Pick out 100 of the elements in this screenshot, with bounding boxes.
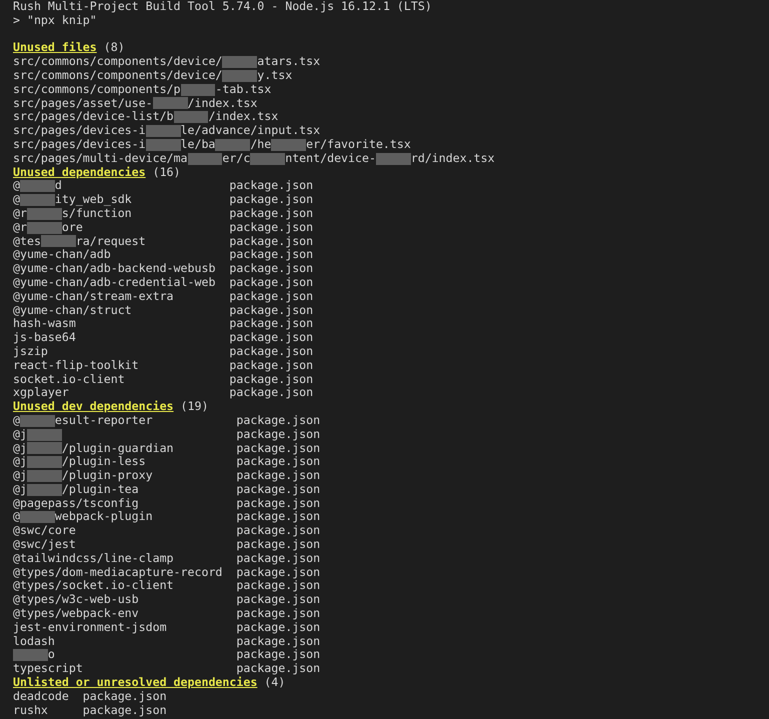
dependency-name: typescript	[13, 662, 83, 676]
section-heading: Unused dependencies	[13, 164, 146, 179]
terminal-output-line: Rush Multi-Project Build Tool 5.74.0 - Node.js 16.12.1 (LTS)	[13, 0, 432, 13]
manifest-file: package.json	[229, 288, 314, 303]
dependency-name: rushx	[13, 704, 48, 718]
dependency-name: @j	[13, 455, 27, 470]
redaction-block	[20, 180, 55, 192]
dependency-name: /plugin-guardian	[62, 442, 174, 456]
dependency-name: @j	[13, 428, 27, 442]
dependency-name: react-flip-toolkit	[13, 358, 139, 373]
file-path: /he	[250, 138, 272, 152]
dependency-name: @j	[13, 469, 27, 483]
dependency-name: @swc/core	[13, 524, 76, 538]
redaction-block	[26, 456, 62, 468]
dependency-name: @yume-chan/adb-credential-web	[13, 276, 216, 290]
manifest-file: package.json	[236, 606, 320, 620]
dependency-name: deadcode	[13, 690, 69, 704]
manifest-file: package.json	[82, 702, 167, 717]
dependency-name: ity_web_sdk	[54, 193, 132, 207]
manifest-file: package.json	[236, 468, 320, 482]
dependency-name: ra/request	[76, 234, 146, 248]
manifest-file: package.json	[229, 372, 314, 386]
item-count: (16)	[152, 164, 181, 179]
file-path: src/pages/device-list/b	[13, 110, 174, 124]
dependency-name: @j	[13, 482, 27, 497]
manifest-file: package.json	[236, 509, 320, 524]
dependency-name: js-base64	[13, 331, 76, 345]
manifest-file: package.json	[229, 274, 314, 289]
manifest-file: package.json	[229, 206, 314, 220]
dependency-name: @types/socket.io-client	[13, 579, 174, 594]
dependency-name: lodash	[13, 634, 55, 648]
redaction-block	[146, 125, 181, 138]
file-path: y.tsx	[257, 68, 292, 83]
manifest-file: package.json	[236, 454, 320, 468]
item-count: (19)	[180, 399, 208, 414]
manifest-file: package.json	[229, 330, 314, 344]
item-count: (8)	[104, 40, 125, 54]
dependency-name: esult-reporter	[54, 414, 153, 428]
dependency-name: @yume-chan/adb	[13, 248, 111, 262]
manifest-file: package.json	[229, 261, 314, 276]
dependency-name: /plugin-proxy	[62, 469, 153, 483]
manifest-file: package.json	[236, 592, 320, 606]
redaction-block	[271, 138, 306, 151]
file-path: ntent/device-	[285, 152, 376, 166]
dependency-name: d	[54, 179, 62, 194]
redaction-block	[188, 152, 222, 165]
manifest-file: package.json	[229, 316, 314, 330]
manifest-file: package.json	[229, 358, 314, 372]
redaction-block	[20, 414, 55, 427]
dependency-name: ore	[62, 220, 83, 235]
section-heading: Unlisted or unresolved dependencies	[13, 675, 258, 690]
dependency-name: @yume-chan/stream-extra	[13, 290, 174, 304]
manifest-file: package.json	[229, 178, 314, 192]
dependency-name: /plugin-tea	[62, 482, 139, 497]
file-path: src/commons/components/p	[13, 82, 181, 97]
dependency-name: o	[48, 648, 55, 662]
file-path: le/ba	[180, 138, 216, 152]
redaction-block	[376, 152, 411, 165]
manifest-file: package.json	[236, 496, 320, 510]
redaction-block	[26, 208, 62, 220]
section-heading: Unused files	[13, 40, 97, 54]
item-count: (4)	[264, 675, 286, 690]
file-path: er/favorite.tsx	[306, 138, 411, 152]
dependency-name: @	[13, 414, 20, 428]
redaction-block	[26, 484, 62, 496]
file-path: src/commons/components/device/	[13, 55, 222, 69]
manifest-file: package.json	[229, 220, 314, 234]
redaction-block	[222, 70, 258, 82]
manifest-file: package.json	[236, 634, 320, 648]
redaction-block	[180, 84, 216, 96]
redaction-block	[20, 511, 55, 524]
dependency-name: @pagepass/tsconfig	[13, 496, 139, 510]
redaction-block	[174, 111, 208, 124]
dependency-name: @tes	[13, 234, 41, 248]
dependency-name: hash-wasm	[13, 317, 76, 332]
manifest-file: package.json	[236, 550, 320, 565]
file-path: src/pages/asset/use-	[13, 96, 153, 110]
file-path: er/c	[222, 152, 250, 166]
redaction-block	[146, 138, 181, 151]
manifest-file: package.json	[229, 234, 314, 248]
terminal-output-line: > "npx knip"	[13, 12, 97, 27]
dependency-name: webpack-plugin	[54, 510, 153, 524]
redaction-block	[26, 442, 62, 454]
file-path: /index.tsx	[208, 110, 278, 124]
manifest-file: package.json	[229, 385, 314, 400]
file-path: src/pages/devices-i	[13, 138, 146, 152]
file-path: src/commons/components/device/	[13, 68, 222, 83]
manifest-file: package.json	[236, 661, 320, 676]
manifest-file: package.json	[236, 537, 320, 552]
manifest-file: package.json	[236, 564, 320, 579]
manifest-file: package.json	[236, 440, 320, 454]
dependency-name: jest-environment-jsdom	[13, 620, 167, 635]
dependency-name: socket.io-client	[13, 372, 125, 386]
manifest-file: package.json	[236, 412, 320, 427]
manifest-file: package.json	[236, 426, 320, 441]
redaction-block	[20, 194, 55, 206]
dependency-name: @	[13, 193, 20, 207]
redaction-block	[26, 470, 62, 482]
manifest-file: package.json	[236, 523, 320, 538]
redaction-block	[13, 649, 48, 662]
